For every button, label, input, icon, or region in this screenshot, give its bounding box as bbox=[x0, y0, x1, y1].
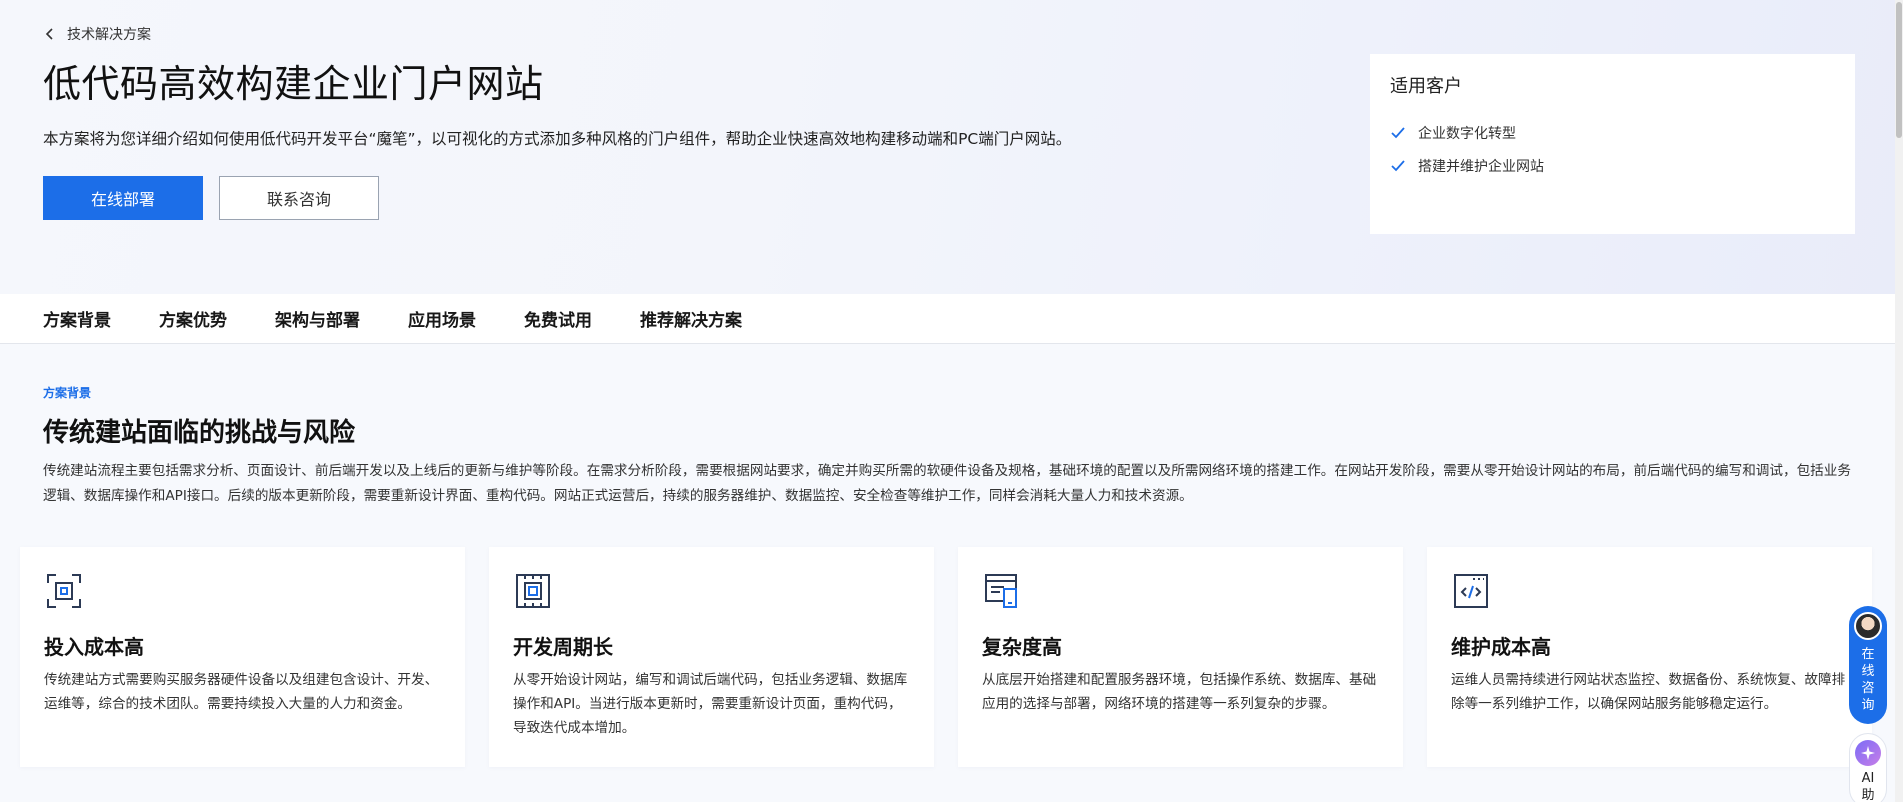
scrollbar-thumb[interactable] bbox=[1896, 2, 1902, 138]
card-title: 开发周期长 bbox=[513, 635, 613, 659]
tab-scenarios[interactable]: 应用场景 bbox=[408, 306, 476, 331]
challenge-card: 复杂度高 从底层开始搭建和配置服务器环境，包括操作系统、数据库、基础应用的选择与… bbox=[958, 547, 1403, 767]
target-customers-title: 适用客户 bbox=[1390, 76, 1462, 97]
online-consult-button[interactable]: 在线咨询 bbox=[1849, 606, 1887, 724]
section-title: 传统建站面临的挑战与风险 bbox=[43, 418, 356, 448]
challenge-card: 开发周期长 从零开始设计网站，编写和调试后端代码，包括业务逻辑、数据库操作和AP… bbox=[489, 547, 934, 767]
cost-icon bbox=[44, 571, 84, 611]
page-description: 本方案将为您详细介绍如何使用低代码开发平台“魔笔”，以可视化的方式添加多种风格的… bbox=[43, 130, 1072, 148]
tab-background[interactable]: 方案背景 bbox=[43, 306, 111, 331]
customer-item-label: 企业数字化转型 bbox=[1418, 125, 1516, 142]
card-text: 从底层开始搭建和配置服务器环境，包括操作系统、数据库、基础应用的选择与部署，网络… bbox=[982, 672, 1377, 712]
card-text: 运维人员需持续进行网站状态监控、数据备份、系统恢复、故障排除等一系列维护工作，以… bbox=[1451, 672, 1846, 712]
check-icon bbox=[1390, 158, 1406, 174]
consultant-avatar bbox=[1854, 612, 1882, 640]
deploy-online-button[interactable]: 在线部署 bbox=[43, 176, 203, 220]
tab-architecture[interactable]: 架构与部署 bbox=[275, 306, 360, 331]
card-title: 投入成本高 bbox=[44, 635, 144, 659]
page-title: 低代码高效构建企业门户网站 bbox=[43, 62, 544, 106]
section-body: 传统建站流程主要包括需求分析、页面设计、前后端开发以及上线后的更新与维护等阶段。… bbox=[43, 463, 1851, 504]
tab-recommended-solutions[interactable]: 推荐解决方案 bbox=[640, 306, 742, 331]
online-consult-label: 在线咨询 bbox=[1861, 647, 1875, 713]
ai-assistant-label: AI助 bbox=[1861, 771, 1875, 802]
section-tag: 方案背景 bbox=[43, 386, 92, 400]
customer-item: 企业数字化转型 bbox=[1390, 116, 1835, 149]
ai-sparkle-icon bbox=[1855, 740, 1881, 766]
challenge-cards: 投入成本高 传统建站方式需要购买服务器硬件设备以及组建包含设计、开发、运维等，综… bbox=[20, 547, 1872, 767]
card-title: 维护成本高 bbox=[1451, 635, 1551, 659]
section-tab-bar: 方案背景 方案优势 架构与部署 应用场景 免费试用 推荐解决方案 bbox=[0, 294, 1903, 344]
ai-assistant-button[interactable]: AI助 bbox=[1849, 733, 1887, 802]
challenge-card: 维护成本高 运维人员需持续进行网站状态监控、数据备份、系统恢复、故障排除等一系列… bbox=[1427, 547, 1872, 767]
customer-item-label: 搭建并维护企业网站 bbox=[1418, 158, 1544, 175]
breadcrumb-label: 技术解决方案 bbox=[67, 27, 151, 43]
tab-free-trial[interactable]: 免费试用 bbox=[524, 306, 592, 331]
page-scrollbar[interactable] bbox=[1895, 0, 1903, 802]
code-icon bbox=[1451, 571, 1491, 611]
breadcrumb[interactable]: 技术解决方案 bbox=[43, 22, 151, 46]
challenge-card: 投入成本高 传统建站方式需要购买服务器硬件设备以及组建包含设计、开发、运维等，综… bbox=[20, 547, 465, 767]
contact-consult-button[interactable]: 联系咨询 bbox=[219, 176, 379, 220]
card-title: 复杂度高 bbox=[982, 635, 1062, 659]
chevron-left-icon bbox=[43, 27, 57, 41]
complexity-icon bbox=[982, 571, 1022, 611]
customer-item: 搭建并维护企业网站 bbox=[1390, 149, 1835, 182]
card-text: 从零开始设计网站，编写和调试后端代码，包括业务逻辑、数据库操作和API。当进行版… bbox=[513, 672, 908, 736]
card-text: 传统建站方式需要购买服务器硬件设备以及组建包含设计、开发、运维等，综合的技术团队… bbox=[44, 672, 439, 712]
tab-advantages[interactable]: 方案优势 bbox=[159, 306, 227, 331]
check-icon bbox=[1390, 125, 1406, 141]
target-customers-card: 适用客户 企业数字化转型 搭建并维护企业网站 bbox=[1370, 54, 1855, 234]
cycle-icon bbox=[513, 571, 553, 611]
